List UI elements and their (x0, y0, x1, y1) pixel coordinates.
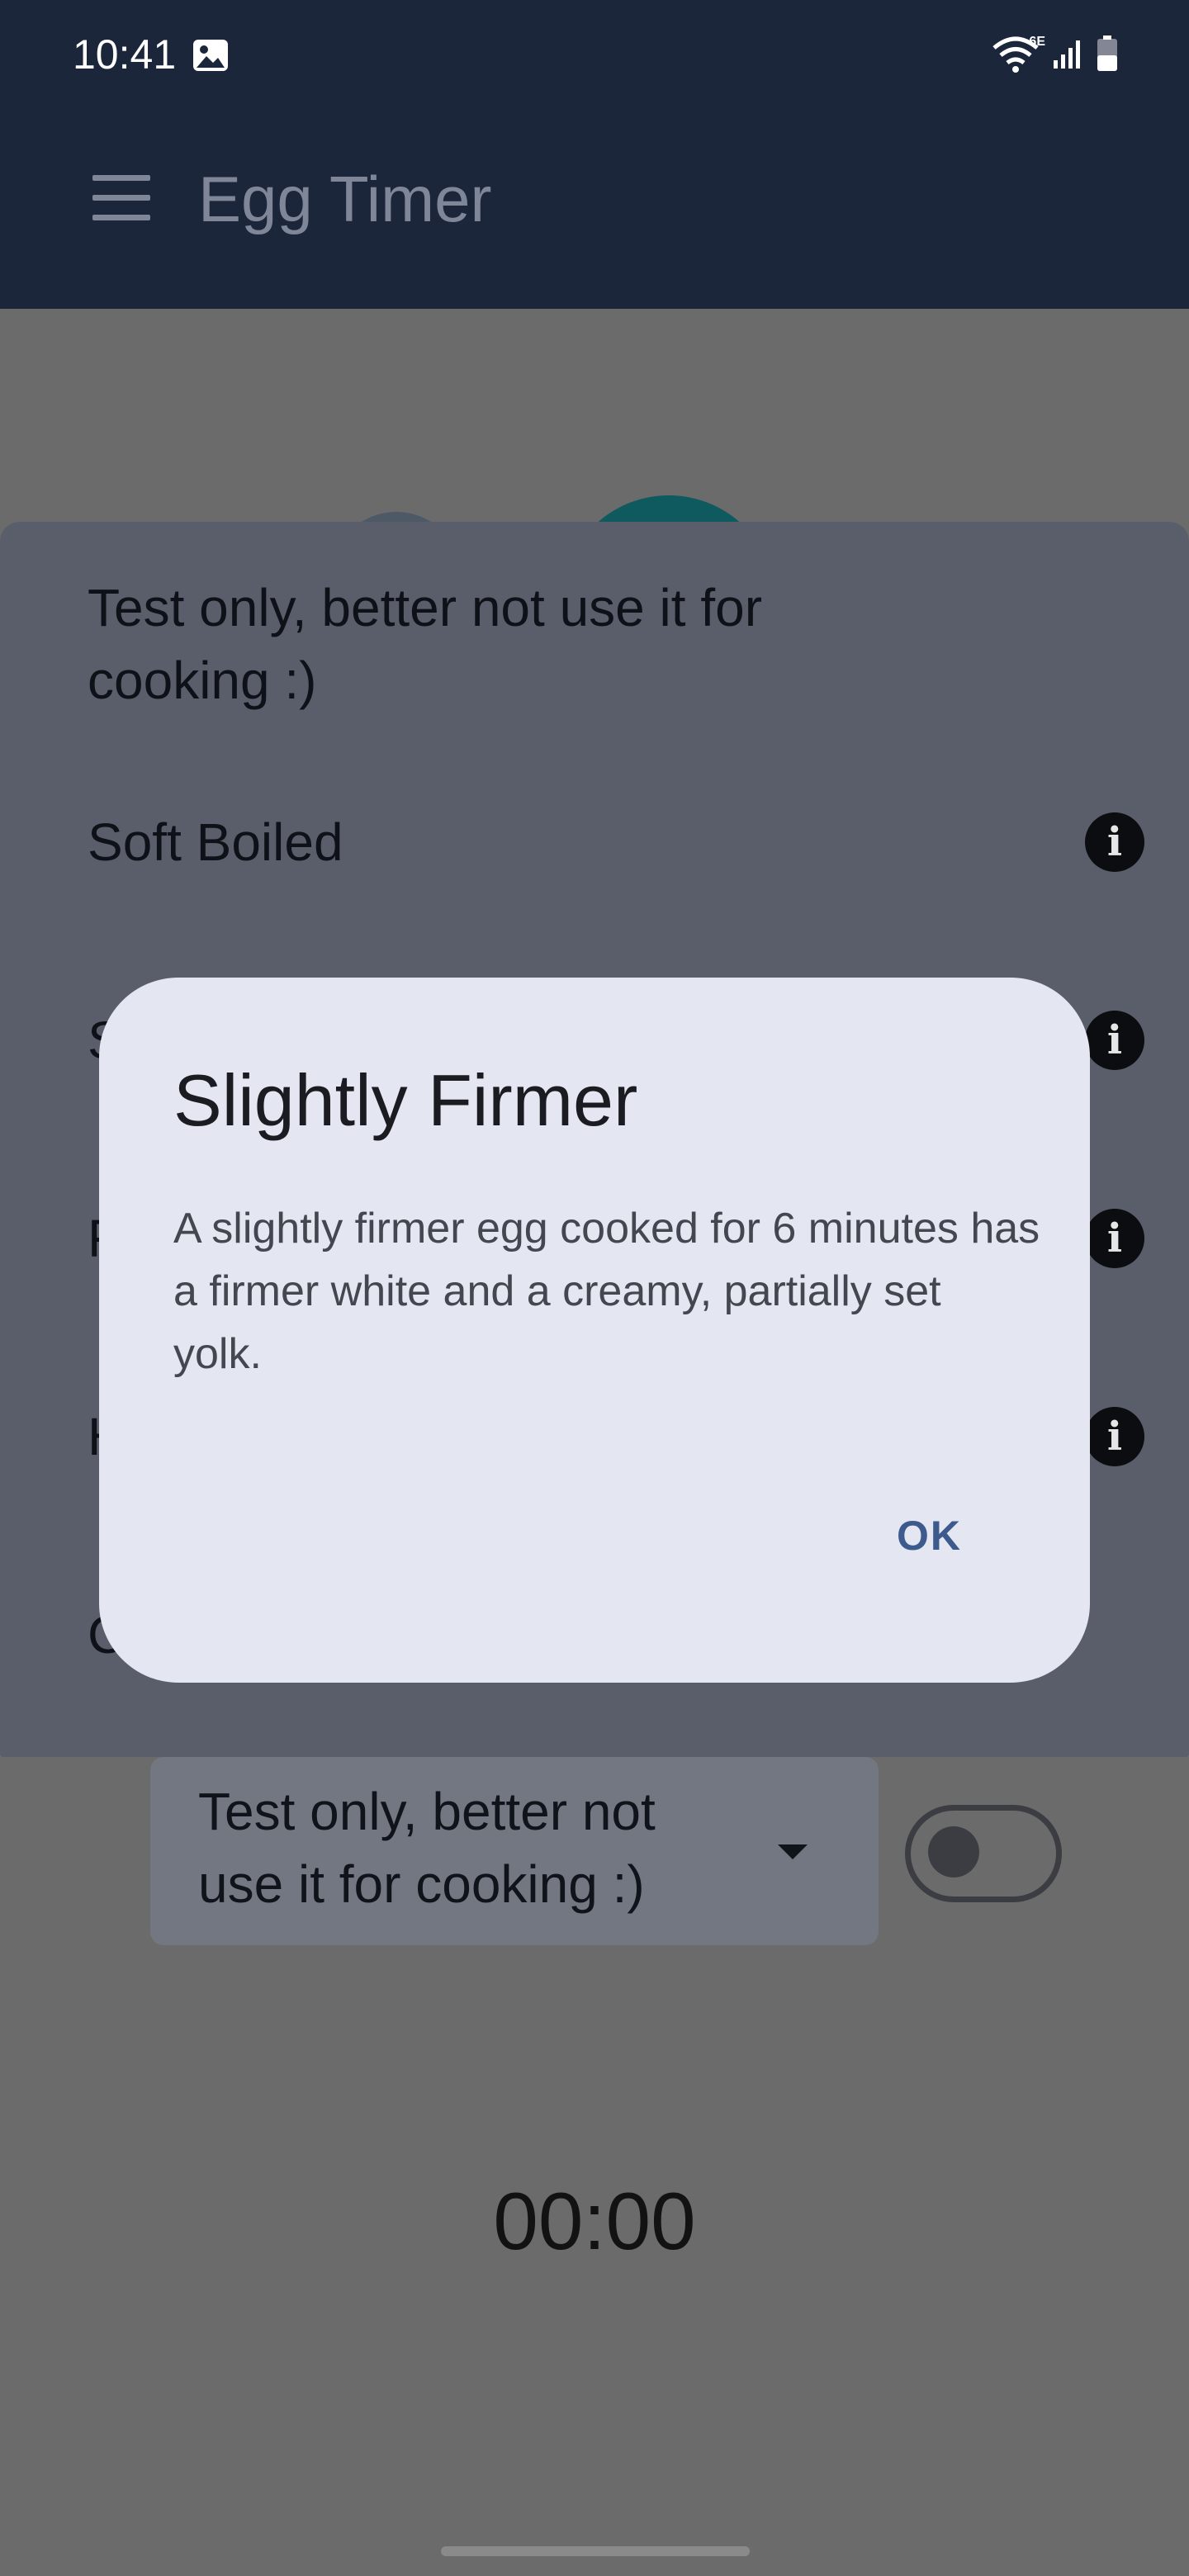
info-icon[interactable]: i (1085, 1011, 1144, 1070)
info-icon[interactable]: i (1085, 1209, 1144, 1268)
dialog-body: A slightly firmer egg cooked for 6 minut… (173, 1205, 1040, 1378)
gesture-navigation-bar[interactable] (441, 2546, 750, 2556)
dialog-title: Slightly Firmer (173, 1059, 638, 1141)
menu-item-soft-boiled[interactable]: Soft Boiled (88, 806, 343, 878)
status-time: 10:41 (73, 31, 177, 78)
menu-item-test-only[interactable]: Test only, better not use it for cooking… (88, 571, 913, 717)
dropdown-selected-value: Test only, better not use it for cooking… (198, 1782, 656, 1914)
signal-icon (1052, 37, 1085, 74)
hamburger-menu-icon[interactable] (92, 175, 154, 221)
ok-button[interactable]: OK (883, 1503, 975, 1569)
image-notification-icon (192, 38, 230, 73)
toggle-knob[interactable] (928, 1826, 979, 1878)
battery-icon (1097, 35, 1118, 76)
timer-display: 00:00 (493, 2176, 696, 2266)
network-type: 6E (1029, 35, 1045, 49)
wifi-icon: 6E (991, 35, 1045, 76)
dropdown-arrow-icon[interactable] (778, 1844, 808, 1859)
app-title: Egg Timer (198, 163, 492, 235)
info-icon[interactable]: i (1085, 1407, 1144, 1466)
status-icons: 6E (991, 35, 1118, 76)
info-icon[interactable]: i (1085, 812, 1144, 872)
